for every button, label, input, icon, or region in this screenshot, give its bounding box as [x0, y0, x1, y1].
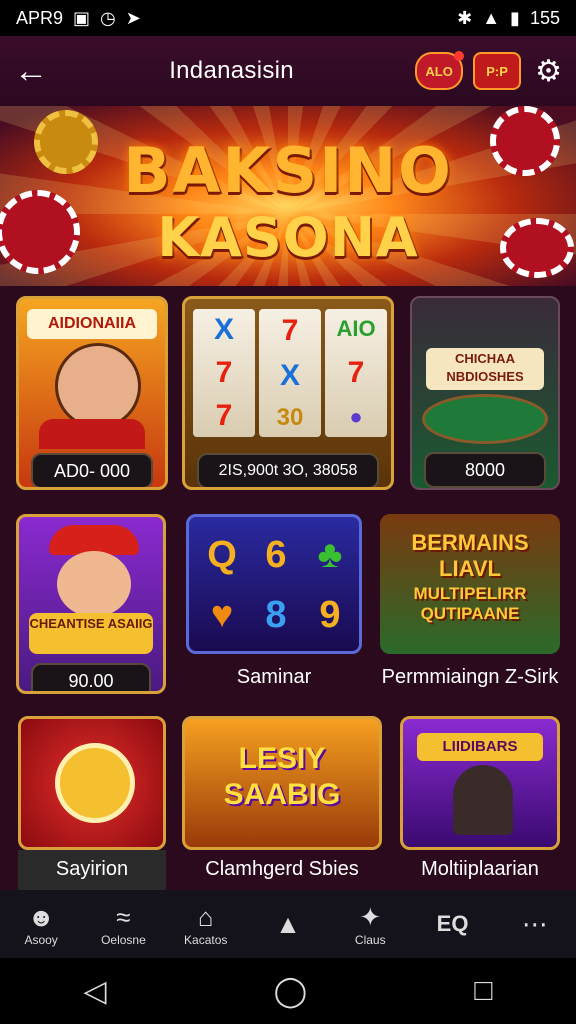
tile-value: 2IS,900t 3O, 38058	[197, 453, 379, 487]
reel-symbol: AIO	[336, 316, 376, 341]
game-tile-roulette[interactable]: CHICHAA NBDIOSHES 8000	[410, 296, 560, 490]
tile-label: Permmiaingn Z-Sirk	[381, 666, 559, 688]
reel-symbol: 7	[215, 398, 233, 432]
nav-label: Claus	[354, 933, 386, 947]
nav-item-claus[interactable]: ✦ Claus	[330, 901, 410, 947]
tile-title: LESIY SAABIG	[223, 742, 341, 811]
reel-symbol: 7	[347, 356, 365, 389]
recents-square-icon[interactable]: □	[474, 974, 492, 1008]
game-tile-clamhgerd[interactable]: LESIY SAABIG	[182, 716, 382, 850]
nav-item-asooy[interactable]: ☻ Asooy	[1, 901, 81, 947]
system-nav-bar: ◁ ◯ □	[0, 958, 576, 1024]
app-bar: ← Indanasisin ALO P:P ⚙	[0, 36, 576, 106]
reel-symbol: ♥	[210, 593, 234, 636]
reel-symbol: 7	[281, 314, 299, 348]
tile-value: AD0- 000	[31, 453, 153, 487]
vip-badge-label: P:P	[486, 63, 508, 79]
tile-label: Moltiiplaarian	[421, 858, 539, 880]
puzzle-icon: ✦	[359, 902, 382, 932]
roulette-table-icon	[422, 394, 548, 444]
reel-symbol: ●	[349, 404, 363, 429]
status-bar: APR9 ▣ ◷ ➤ ✱ ▲ ▮ 155	[0, 0, 576, 36]
bluetooth-icon: ✱	[457, 7, 473, 28]
reel-symbol: 6	[265, 533, 287, 576]
character-body	[39, 419, 145, 449]
character-figure	[453, 765, 513, 835]
reel-1: Q ♥	[197, 525, 247, 645]
clock-icon: ◷	[100, 7, 116, 28]
reel-symbol: 30	[276, 403, 304, 431]
send-icon: ➤	[125, 7, 141, 28]
reel-3: AIO 7 ●	[325, 309, 387, 437]
character-avatar	[55, 343, 141, 429]
more-icon: ⋯	[521, 909, 548, 939]
avatar-icon: ☻	[27, 902, 55, 932]
nav-label: Asooy	[24, 933, 58, 947]
coin-badge-button[interactable]: ALO	[415, 51, 465, 90]
nav-item-oelosne[interactable]: ≈ Oelosne	[83, 901, 163, 947]
nav-item-kacatos[interactable]: ⌂ Kacatos	[166, 901, 246, 947]
battery-icon: ▮	[510, 7, 520, 28]
home-circle-icon[interactable]: ◯	[274, 974, 308, 1009]
hero-title-line1: BAKSINO	[123, 134, 453, 207]
nav-item-tree[interactable]: ▲	[248, 908, 328, 940]
reel-symbol: 9	[319, 593, 341, 636]
reel-3: ♣ 9	[305, 525, 355, 645]
status-time: APR9	[16, 7, 64, 28]
tile-title: CHEANTISE ASAIIG	[29, 613, 153, 654]
back-arrow-icon[interactable]: ←	[14, 52, 58, 91]
notification-dot	[454, 51, 465, 61]
game-tile-permainan[interactable]: BERMAINS LIAVL MULTIPELIRR QUTIPAANE	[380, 514, 560, 654]
page-title: Indanasisin	[169, 57, 294, 84]
game-tile-sayirion[interactable]	[18, 716, 166, 850]
reel-symbol: ♣	[317, 533, 343, 576]
reel-symbol: X	[279, 358, 300, 392]
home-icon: ⌂	[197, 902, 214, 932]
tile-label: Saminar	[236, 666, 312, 688]
nav-item-more[interactable]: ⋯	[495, 908, 575, 940]
bottom-nav: ☻ Asooy ≈ Oelosne ⌂ Kacatos ▲ ✦ Claus EQ ⋯	[0, 890, 576, 958]
tile-label: Sayirion	[55, 858, 129, 880]
reel-symbol: 8	[265, 593, 287, 636]
signal-icon: ▲	[482, 7, 501, 28]
hero-title-line2: KASONA	[157, 206, 419, 269]
vip-badge-button[interactable]: P:P	[473, 52, 522, 90]
tile-title-line2: MULTIPELIRR QUTIPAANE	[413, 584, 527, 623]
back-triangle-icon[interactable]: ◁	[84, 974, 107, 1009]
game-tile-saminar[interactable]: Q ♥ 68 ♣ 9	[186, 514, 362, 654]
logo-icon	[55, 743, 135, 823]
camera-icon: ▣	[73, 7, 91, 28]
tile-value: 90.00	[31, 663, 151, 691]
tile-title: LIIDIBARS	[417, 733, 543, 761]
hero-banner[interactable]: BAKSINO KASONA	[0, 106, 576, 286]
tree-icon: ▲	[275, 909, 301, 939]
reel-1: X 7 7	[193, 309, 255, 437]
reel-symbol: 7	[215, 355, 233, 389]
gear-icon[interactable]: ⚙	[535, 54, 562, 89]
reel-symbol: X	[213, 313, 234, 347]
character-face	[57, 551, 131, 617]
coin-badge-label: ALO	[425, 63, 453, 79]
game-tile-aidionaiia[interactable]: AIDIONAIIA AD0- 000	[16, 296, 168, 490]
wifi-icon: ≈	[116, 902, 131, 932]
tile-title: AIDIONAIIA	[27, 309, 157, 339]
nav-item-search[interactable]: EQ	[413, 908, 493, 940]
reel-2: 7 X 30	[259, 309, 321, 437]
tile-title: CHICHAA NBDIOSHES	[426, 348, 544, 390]
game-tile-slots[interactable]: X 7 7 7 X 30 AIO 7 ● 2IS,900t 3O, 38058	[182, 296, 394, 490]
game-tile-cheantise[interactable]: CHEANTISE ASAIIG 90.00	[16, 514, 166, 694]
nav-label: Oelosne	[101, 933, 146, 947]
reel-symbol: Q	[207, 533, 237, 576]
reel-2: 68	[251, 525, 301, 645]
tile-title-line1: BERMAINS LIAVL	[411, 530, 529, 581]
tile-label: Clamhgerd Sbies	[205, 858, 359, 880]
game-tile-moltiiplaarian[interactable]: LIIDIBARS	[400, 716, 560, 850]
nav-label: Kacatos	[184, 933, 228, 947]
search-icon: EQ	[436, 911, 469, 936]
tile-value: 8000	[424, 452, 546, 488]
status-right-value: 155	[529, 7, 560, 28]
